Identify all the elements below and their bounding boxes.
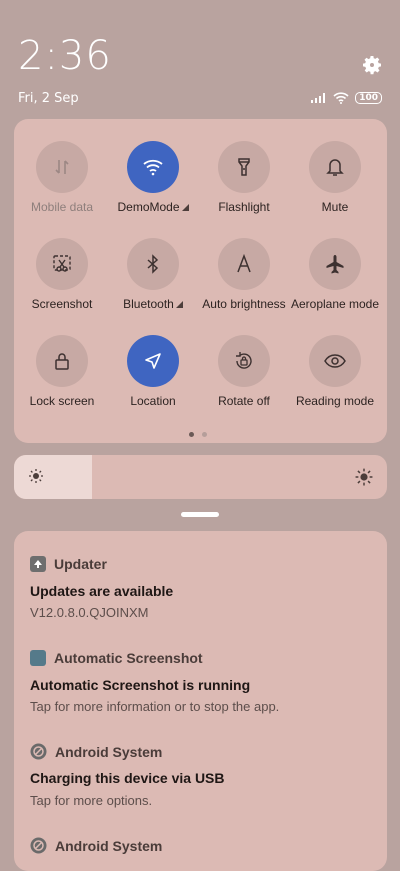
flashlight-icon[interactable]	[218, 141, 270, 193]
airplane-icon[interactable]	[309, 238, 361, 290]
notification-title[interactable]: Charging this device via USB	[30, 770, 225, 786]
tile-label: Location	[107, 394, 199, 408]
expand-caret-icon	[181, 204, 189, 211]
notification-title[interactable]: Automatic Screenshot is running	[30, 677, 250, 693]
screenshot-icon[interactable]	[36, 238, 88, 290]
notification-app-android-system[interactable]: Android System	[30, 837, 162, 854]
brightness-fill	[14, 455, 93, 499]
tile-label-text: Aeroplane mode	[290, 297, 380, 311]
tile-auto-brightness[interactable]: Auto brightness	[198, 238, 290, 311]
tile-aeroplane-mode[interactable]: Aeroplane mode	[289, 238, 381, 311]
automatic-screenshot-icon	[30, 650, 46, 666]
notification-app-automatic-screenshot[interactable]: Automatic Screenshot	[30, 650, 203, 666]
tile-label-text: Auto brightness	[202, 297, 286, 311]
tile-label: Flashlight	[198, 200, 290, 214]
drag-handle[interactable]	[181, 512, 219, 517]
auto-brightness-icon[interactable]	[218, 238, 270, 290]
notification-body[interactable]: V12.0.8.0.QJOINXM	[30, 605, 149, 620]
tile-label: Screenshot	[16, 297, 108, 311]
tile-label: Mute	[289, 200, 381, 214]
notification-app-android-system[interactable]: Android System	[30, 743, 162, 760]
tile-label-text: Reading mode	[295, 394, 375, 408]
page-dot-active	[189, 432, 194, 437]
tile-label: Bluetooth	[107, 297, 199, 311]
tile-label: Reading mode	[289, 394, 381, 408]
expand-caret-icon	[175, 301, 183, 308]
tile-label: Lock screen	[16, 394, 108, 408]
tile-rotate-off[interactable]: Rotate off	[198, 335, 290, 408]
tile-label-text: Rotate off	[218, 394, 270, 408]
brightness-low-icon	[29, 469, 43, 483]
notification-app-name: Android System	[55, 743, 163, 760]
tile-reading-mode[interactable]: Reading mode	[289, 335, 381, 408]
status-area: 2:36 Fri, 2 Sep 100	[0, 0, 400, 115]
tile-demomode[interactable]: DemoMode	[107, 141, 199, 214]
notification-app-name: Updater	[54, 556, 107, 572]
wifi-icon[interactable]	[127, 141, 179, 193]
notification-app-name: Android System	[55, 837, 163, 854]
notification-panel: Updater Updates are available V12.0.8.0.…	[14, 531, 387, 871]
notification-app-updater[interactable]: Updater	[30, 556, 107, 572]
tile-label-text: Mobile data	[30, 200, 94, 214]
updater-icon	[30, 556, 46, 572]
location-icon[interactable]	[127, 335, 179, 387]
bluetooth-icon[interactable]	[127, 238, 179, 290]
battery-icon: 100	[355, 92, 382, 104]
tile-label: DemoMode	[107, 200, 199, 214]
notification-title[interactable]: Updates are available	[30, 583, 173, 599]
tile-label-text: Flashlight	[218, 200, 270, 214]
tile-screenshot[interactable]: Screenshot	[16, 238, 108, 311]
tile-label: Rotate off	[198, 394, 290, 408]
quick-settings-panel: Mobile data DemoMode Flashlight Mute Screens…	[14, 119, 387, 443]
date[interactable]: Fri, 2 Sep	[18, 91, 79, 106]
tile-mobile-data[interactable]: Mobile data	[16, 141, 108, 214]
tile-flashlight[interactable]: Flashlight	[198, 141, 290, 214]
notification-body[interactable]: Tap for more options.	[30, 793, 152, 808]
tile-label-text: Mute	[321, 200, 349, 214]
clock[interactable]: 2:36	[18, 36, 112, 76]
tile-label: Aeroplane mode	[289, 297, 381, 311]
notification-body[interactable]: Tap for more information or to stop the …	[30, 699, 279, 714]
tile-label-text: Screenshot	[31, 297, 93, 311]
page-indicator	[189, 432, 207, 437]
page-dot	[202, 432, 207, 437]
brightness-high-icon	[355, 468, 373, 486]
android-system-icon	[30, 743, 47, 760]
wifi-status-icon	[333, 92, 349, 104]
rotate-icon[interactable]	[218, 335, 270, 387]
tile-label-text: Lock screen	[29, 394, 95, 408]
android-system-icon	[30, 837, 47, 854]
tile-mute[interactable]: Mute	[289, 141, 381, 214]
lock-icon[interactable]	[36, 335, 88, 387]
tile-location[interactable]: Location	[107, 335, 199, 408]
signal-icon	[311, 93, 326, 103]
eye-icon[interactable]	[309, 335, 361, 387]
tile-lock-screen[interactable]: Lock screen	[16, 335, 108, 408]
bell-icon[interactable]	[309, 141, 361, 193]
tile-bluetooth[interactable]: Bluetooth	[107, 238, 199, 311]
mobile-data-icon[interactable]	[36, 141, 88, 193]
tile-label: Auto brightness	[198, 297, 290, 311]
tile-label-text: Bluetooth	[123, 297, 174, 311]
brightness-slider[interactable]	[14, 455, 387, 499]
tile-label: Mobile data	[16, 200, 108, 214]
gear-icon[interactable]	[360, 53, 384, 77]
notification-app-name: Automatic Screenshot	[54, 650, 203, 666]
tile-label-text: Location	[130, 394, 176, 408]
tile-label-text: DemoMode	[117, 200, 180, 214]
system-icons: 100	[311, 92, 382, 104]
